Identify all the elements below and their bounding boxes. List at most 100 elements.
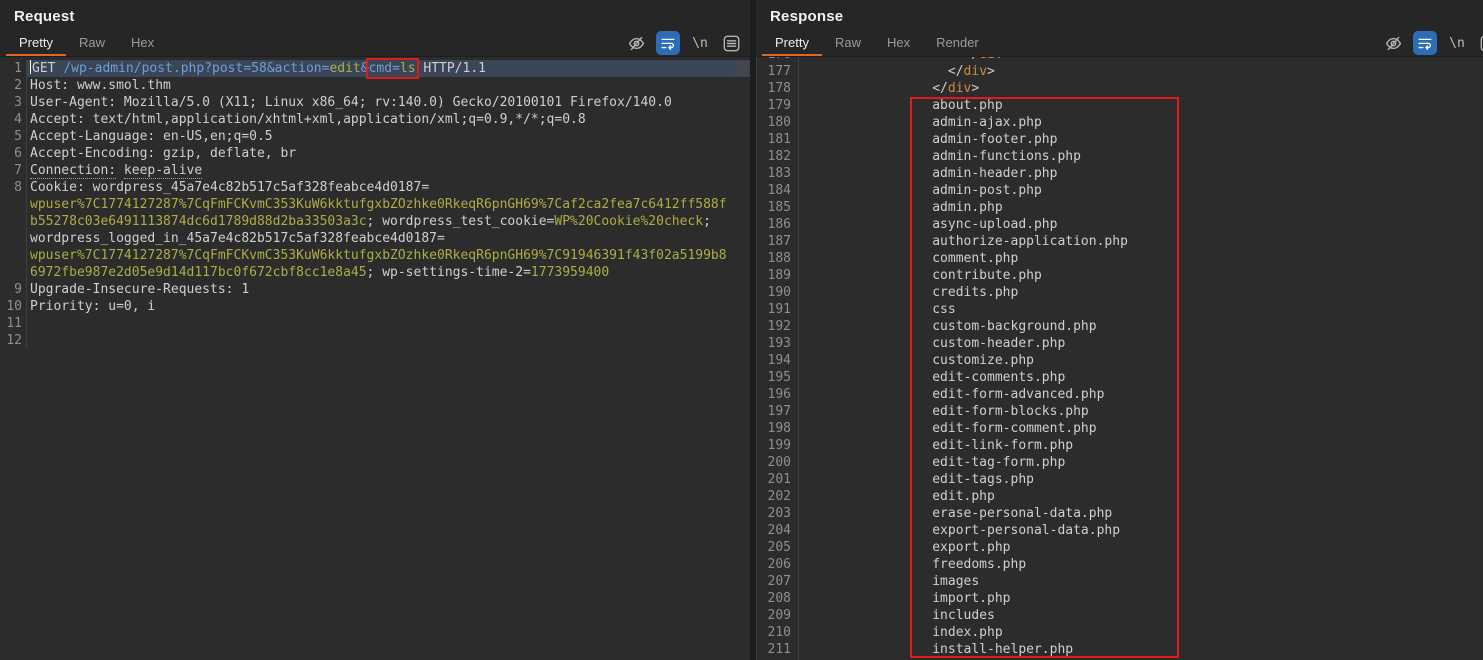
tab-render[interactable]: Render	[923, 31, 992, 56]
line-number	[0, 247, 27, 264]
tab-hex[interactable]: Hex	[874, 31, 923, 56]
line-number: 195	[757, 369, 799, 386]
response-code-line: 184 admin-post.php	[757, 182, 1483, 199]
response-code-line: 177 </div>	[757, 63, 1483, 80]
line-number: 1	[0, 60, 27, 77]
tab-raw[interactable]: Raw	[66, 31, 118, 56]
line-number: 189	[757, 267, 799, 284]
line-number: 178	[757, 80, 799, 97]
code-text: customize.php	[799, 352, 1034, 369]
response-code-line: 193 custom-header.php	[757, 335, 1483, 352]
response-code-line: 207 images	[757, 573, 1483, 590]
request-code-line: 12	[0, 332, 750, 349]
response-toolbar: \n	[1382, 30, 1483, 56]
newline-icon[interactable]: \n	[1446, 32, 1468, 54]
request-code-line: 4Accept: text/html,application/xhtml+xml…	[0, 111, 750, 128]
request-code-line: wpuser%7C1774127287%7CqFmFCKvmC353KuW6kk…	[0, 196, 750, 213]
tab-hex[interactable]: Hex	[118, 31, 167, 56]
line-number: 6	[0, 145, 27, 162]
code-text: install-helper.php	[799, 641, 1073, 658]
response-code-line: 204 export-personal-data.php	[757, 522, 1483, 539]
newline-icon[interactable]: \n	[689, 32, 711, 54]
code-text: Priority: u=0, i	[27, 298, 155, 315]
tab-pretty[interactable]: Pretty	[6, 31, 66, 56]
request-code-line: 6972fbe987e2d05e9d14d117bc0f672cbf8cc1e8…	[0, 264, 750, 281]
response-code-line: 195 edit-comments.php	[757, 369, 1483, 386]
code-text: images	[799, 573, 979, 590]
tab-pretty[interactable]: Pretty	[762, 31, 822, 56]
wrap-text-icon[interactable]	[1413, 31, 1437, 55]
code-text: css	[799, 301, 956, 318]
hidden-chars-icon[interactable]	[625, 32, 647, 54]
request-code-line: 2Host: www.smol.thm	[0, 77, 750, 94]
request-scrollbar-thumb[interactable]	[735, 61, 748, 76]
response-code-line: 176 </div>	[757, 56, 1483, 63]
line-number: 187	[757, 233, 799, 250]
menu-icon[interactable]	[720, 32, 742, 54]
code-text: export-personal-data.php	[799, 522, 1120, 539]
code-text: contribute.php	[799, 267, 1042, 284]
code-text: freedoms.php	[799, 556, 1026, 573]
line-number: 190	[757, 284, 799, 301]
line-number: 9	[0, 281, 27, 298]
code-text: admin.php	[799, 199, 1003, 216]
line-number: 206	[757, 556, 799, 573]
line-number: 204	[757, 522, 799, 539]
code-text: Connection: keep-alive	[27, 162, 202, 179]
response-code-line: 192 custom-background.php	[757, 318, 1483, 335]
response-code-line: 197 edit-form-blocks.php	[757, 403, 1483, 420]
wrap-text-icon[interactable]	[656, 31, 680, 55]
response-code-line: 208 import.php	[757, 590, 1483, 607]
code-text: Accept: text/html,application/xhtml+xml,…	[27, 111, 586, 128]
response-code-line: 190 credits.php	[757, 284, 1483, 301]
response-panel-title: Response	[770, 8, 843, 25]
code-text: edit-tags.php	[799, 471, 1034, 488]
code-text: </div>	[799, 56, 1011, 63]
response-code-line: 201 edit-tags.php	[757, 471, 1483, 488]
response-code-line: 182 admin-functions.php	[757, 148, 1483, 165]
line-number: 8	[0, 179, 27, 196]
response-code-line: 205 export.php	[757, 539, 1483, 556]
response-code-line: 185 admin.php	[757, 199, 1483, 216]
line-number: 199	[757, 437, 799, 454]
line-number: 11	[0, 315, 27, 332]
code-text: export.php	[799, 539, 1011, 556]
request-code-line: 5Accept-Language: en-US,en;q=0.5	[0, 128, 750, 145]
request-toolbar: \n	[625, 30, 742, 56]
tab-raw[interactable]: Raw	[822, 31, 874, 56]
burp-message-editor: Request PrettyRawHex \n 1GET /wp-admin/p…	[0, 0, 1483, 660]
code-text: edit-form-comment.php	[799, 420, 1097, 437]
code-text: Accept-Language: en-US,en;q=0.5	[27, 128, 273, 145]
code-text: Cookie: wordpress_45a7e4c82b517c5af328fe…	[27, 179, 429, 196]
line-number: 4	[0, 111, 27, 128]
request-code-line: 8Cookie: wordpress_45a7e4c82b517c5af328f…	[0, 179, 750, 196]
response-editor[interactable]: 176 </div>177 </div>178 </div>179 about.…	[756, 56, 1483, 660]
response-code-line: 198 edit-form-comment.php	[757, 420, 1483, 437]
line-number: 207	[757, 573, 799, 590]
request-code-line: 1GET /wp-admin/post.php?post=58&action=e…	[0, 60, 750, 77]
line-number: 177	[757, 63, 799, 80]
line-number: 7	[0, 162, 27, 179]
code-text: edit-tag-form.php	[799, 454, 1065, 471]
code-text: 6972fbe987e2d05e9d14d117bc0f672cbf8cc1e8…	[27, 264, 609, 281]
text-cursor	[30, 60, 31, 74]
line-number: 201	[757, 471, 799, 488]
request-editor[interactable]: 1GET /wp-admin/post.php?post=58&action=e…	[0, 56, 750, 660]
request-code-line: 11	[0, 315, 750, 332]
code-text: wpuser%7C1774127287%7CqFmFCKvmC353KuW6kk…	[27, 247, 727, 264]
line-number: 211	[757, 641, 799, 658]
code-text: </div>	[799, 63, 995, 80]
menu-icon[interactable]	[1477, 32, 1483, 54]
response-code-line: 202 edit.php	[757, 488, 1483, 505]
request-tabbar: PrettyRawHex	[6, 31, 167, 56]
hidden-chars-icon[interactable]	[1382, 32, 1404, 54]
request-code-line: 7Connection: keep-alive	[0, 162, 750, 179]
code-text: b55278c03e6491113874dc6d1789d88d2ba33503…	[27, 213, 711, 230]
line-number: 198	[757, 420, 799, 437]
line-number: 210	[757, 624, 799, 641]
response-code-line: 194 customize.php	[757, 352, 1483, 369]
response-code-line: 180 admin-ajax.php	[757, 114, 1483, 131]
line-number: 188	[757, 250, 799, 267]
code-text: comment.php	[799, 250, 1018, 267]
request-highlight-box: cmd=ls	[369, 61, 416, 76]
